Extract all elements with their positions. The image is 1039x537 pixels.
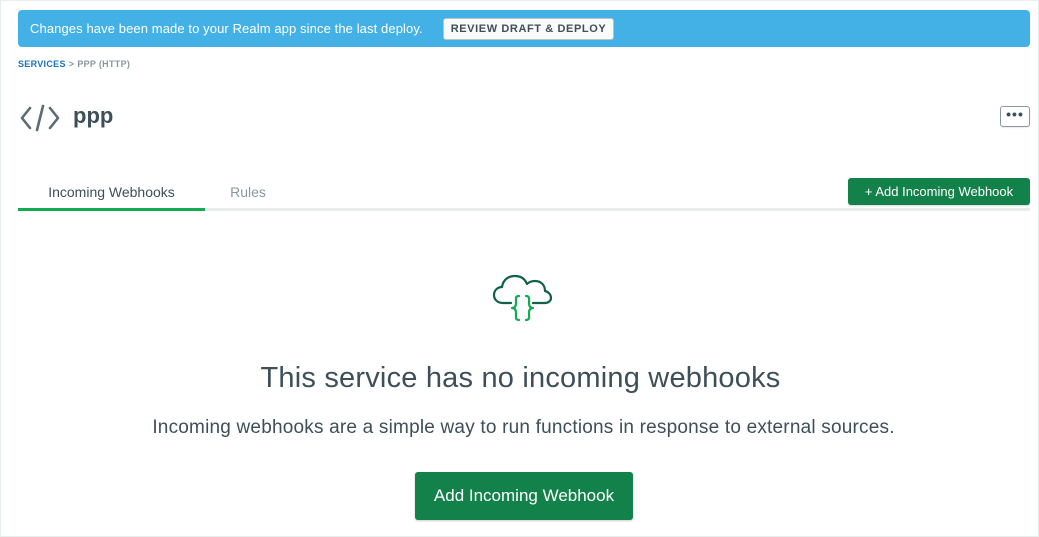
tab-incoming-webhooks[interactable]: Incoming Webhooks (18, 177, 205, 211)
banner-message: Changes have been made to your Realm app… (30, 21, 423, 36)
cloud-braces-icon (492, 274, 553, 322)
breadcrumb-separator: > (68, 59, 75, 69)
empty-state-title: This service has no incoming webhooks (260, 362, 781, 394)
tab-rules[interactable]: Rules (205, 177, 291, 211)
more-options-button[interactable]: ••• (1000, 106, 1030, 127)
add-incoming-webhook-button[interactable]: Add Incoming Webhook (415, 472, 633, 520)
empty-state-description: Incoming webhooks are a simple way to ru… (152, 417, 895, 438)
deploy-banner: Changes have been made to your Realm app… (18, 10, 1030, 47)
service-page: Changes have been made to your Realm app… (0, 0, 1039, 537)
add-incoming-webhook-header-button[interactable]: + Add Incoming Webhook (848, 178, 1030, 205)
breadcrumb: SERVICES > PPP (HTTP) (18, 59, 130, 69)
breadcrumb-current: PPP (HTTP) (77, 59, 131, 69)
breadcrumb-services-link[interactable]: SERVICES (18, 59, 66, 69)
review-draft-deploy-button[interactable]: REVIEW DRAFT & DEPLOY (442, 17, 615, 40)
ellipsis-icon: ••• (1006, 105, 1024, 122)
code-brackets-icon (20, 104, 60, 132)
page-title: ppp (73, 103, 114, 128)
